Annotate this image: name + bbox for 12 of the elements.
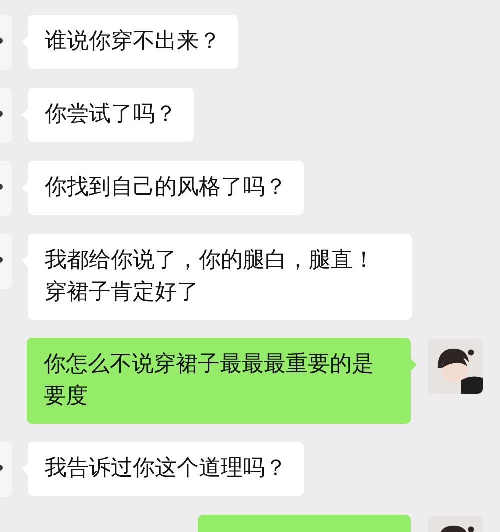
avatar[interactable] — [0, 15, 12, 70]
message-bubble: 你找到自己的风格了吗？ — [28, 161, 304, 215]
avatar[interactable] — [0, 88, 12, 143]
message-bubble: 我告诉过你这个道理吗？ — [28, 442, 304, 496]
message-bubble: 我都给你说了，你的腿白，腿直！穿裙子肯定好了 — [28, 234, 412, 320]
avatar[interactable] — [0, 234, 12, 289]
message-bubble: 你怎么不说穿裙子最最最重要的是要度 — [27, 338, 411, 424]
avatar[interactable] — [0, 442, 12, 497]
bubble-tail — [411, 359, 417, 371]
message-bubble: 谁说你穿不出来？ — [28, 15, 238, 69]
message-bubble: 你尝试了吗？ — [28, 88, 194, 142]
avatar[interactable] — [0, 161, 12, 216]
